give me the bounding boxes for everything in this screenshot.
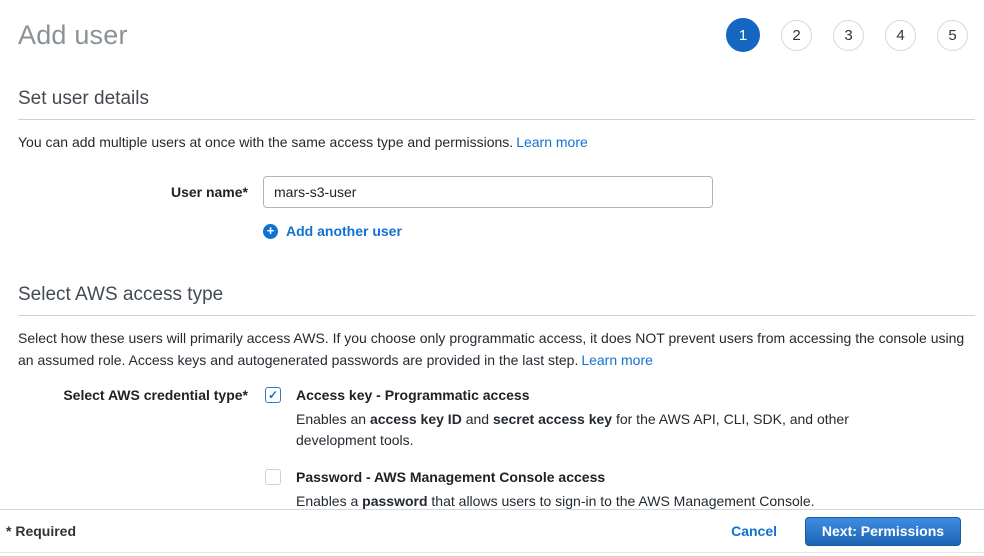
user-name-input[interactable] (263, 176, 713, 208)
desc-bold: secret access key (493, 411, 612, 427)
add-another-user-label: Add another user (286, 223, 402, 239)
access-type-heading: Select AWS access type (18, 284, 975, 316)
password-option: Password - AWS Management Console access… (265, 468, 854, 512)
access-type-section: Select AWS access type Select how these … (18, 284, 976, 512)
user-name-row: User name* (18, 176, 976, 208)
credential-type-label: Select AWS credential type* (18, 386, 248, 403)
access-key-option: ✓ Access key - Programmatic access Enabl… (265, 386, 854, 451)
wizard-step-2[interactable]: 2 (781, 20, 812, 51)
page-header: Add user 1 2 3 4 5 (0, 0, 984, 52)
main-content: Set user details You can add multiple us… (0, 88, 984, 512)
add-another-user-button[interactable]: + Add another user (263, 223, 402, 239)
desc-bold: access key ID (370, 411, 462, 427)
required-note: * Required (6, 523, 76, 539)
add-user-page: Add user 1 2 3 4 5 Set user details You … (0, 0, 984, 556)
wizard-step-4[interactable]: 4 (885, 20, 916, 51)
password-option-text: Password - AWS Management Console access… (296, 468, 815, 512)
desc-text: and (462, 411, 493, 427)
access-key-option-desc: Enables an access key ID and secret acce… (296, 409, 854, 451)
desc-text: that allows users to sign-in to the AWS … (428, 493, 815, 509)
user-details-section: Set user details You can add multiple us… (18, 88, 976, 240)
user-details-intro-text: You can add multiple users at once with … (18, 134, 513, 150)
access-type-intro: Select how these users will primarily ac… (18, 327, 976, 371)
user-details-learn-more-link[interactable]: Learn more (516, 134, 588, 150)
cancel-button[interactable]: Cancel (731, 523, 777, 539)
plus-circle-icon: + (263, 224, 278, 239)
user-details-heading: Set user details (18, 88, 975, 120)
wizard-step-1[interactable]: 1 (726, 18, 760, 52)
access-key-option-title: Access key - Programmatic access (296, 386, 854, 404)
desc-text: Enables an (296, 411, 370, 427)
user-details-intro: You can add multiple users at once with … (18, 131, 976, 153)
wizard-steps: 1 2 3 4 5 (726, 18, 968, 52)
user-name-label: User name* (18, 184, 248, 200)
desc-bold: password (362, 493, 427, 509)
access-type-intro-text: Select how these users will primarily ac… (18, 330, 964, 368)
access-type-learn-more-link[interactable]: Learn more (581, 352, 653, 368)
access-key-checkbox[interactable]: ✓ (265, 387, 281, 403)
wizard-step-5[interactable]: 5 (937, 20, 968, 51)
credential-options: ✓ Access key - Programmatic access Enabl… (265, 386, 854, 512)
wizard-footer: * Required Cancel Next: Permissions (0, 509, 984, 553)
password-option-title: Password - AWS Management Console access (296, 468, 815, 486)
footer-actions: Cancel Next: Permissions (731, 517, 961, 546)
next-permissions-button[interactable]: Next: Permissions (805, 517, 961, 546)
desc-text: Enables a (296, 493, 362, 509)
access-key-option-text: Access key - Programmatic access Enables… (296, 386, 854, 451)
credential-type-row: Select AWS credential type* ✓ Access key… (18, 386, 976, 512)
password-checkbox[interactable] (265, 469, 281, 485)
page-title: Add user (18, 20, 128, 51)
wizard-step-3[interactable]: 3 (833, 20, 864, 51)
